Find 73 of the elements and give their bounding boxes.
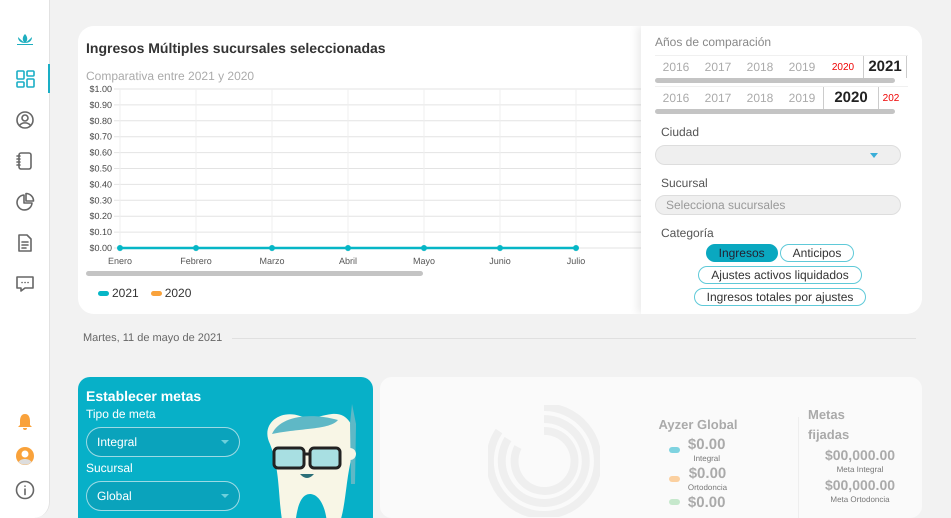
axis-label: $0.50 bbox=[89, 164, 112, 174]
chat-icon[interactable] bbox=[14, 274, 34, 294]
axis-label: Mayo bbox=[413, 256, 435, 266]
axis-label: Enero bbox=[108, 256, 132, 266]
summary-title: Ayzer Global bbox=[658, 416, 738, 434]
category-chip[interactable]: Ingresos totales por ajustes bbox=[694, 288, 866, 306]
lotus-logo-icon bbox=[14, 32, 34, 46]
user-icon[interactable] bbox=[14, 110, 34, 130]
category-chip[interactable]: Ingresos bbox=[706, 244, 778, 262]
card-title: Ingresos Múltiples sucursales seleccionadas bbox=[86, 39, 386, 58]
notebook-icon[interactable] bbox=[14, 150, 34, 170]
field-label: Sucursal bbox=[86, 460, 133, 476]
caret-icon bbox=[221, 494, 229, 498]
year-option[interactable]: 2019 bbox=[781, 89, 823, 107]
category-chip[interactable]: Anticipos bbox=[780, 244, 854, 262]
axis-label: Abril bbox=[339, 256, 357, 266]
axis-label: $0.60 bbox=[89, 148, 112, 158]
amount-caption: Meta Integral bbox=[836, 464, 884, 475]
dashboard-icon[interactable] bbox=[14, 68, 34, 88]
section-label: Años de comparación bbox=[655, 34, 772, 51]
dropdown[interactable]: Global bbox=[86, 481, 240, 511]
horizontal-scrollbar[interactable] bbox=[86, 271, 423, 276]
axis-label: $0.80 bbox=[89, 116, 112, 126]
year-option[interactable]: 2017 bbox=[697, 89, 739, 107]
axis-label: $0.20 bbox=[89, 211, 112, 222]
info-icon[interactable] bbox=[14, 480, 34, 500]
axis-label: $0.90 bbox=[89, 100, 112, 110]
caret-icon bbox=[870, 152, 878, 158]
amount-text: $0.00 bbox=[688, 464, 726, 482]
axis-label: $0.00 bbox=[89, 243, 112, 253]
year-option[interactable]: 2016 bbox=[655, 89, 697, 107]
axis-label: Julio bbox=[566, 256, 586, 266]
field-label: Tipo de meta bbox=[86, 406, 156, 422]
year-option[interactable]: 202 bbox=[879, 90, 903, 106]
card-subtitle: Comparativa entre 2021 y 2020 bbox=[86, 69, 254, 84]
year-option[interactable]: 2018 bbox=[739, 89, 781, 107]
year-option[interactable]: 2016 bbox=[655, 58, 697, 76]
amount-text: $0.00 bbox=[688, 436, 726, 452]
axis-label: $0.30 bbox=[89, 195, 112, 206]
field-label: Categoría bbox=[661, 225, 714, 242]
axis-label: Febrero bbox=[180, 256, 212, 266]
axis-label: $1.00 bbox=[89, 84, 112, 94]
summary-title: Metas fijadas bbox=[808, 406, 850, 444]
amount-text: $00,000.00 bbox=[824, 476, 896, 494]
year-option[interactable]: 2020 bbox=[823, 60, 863, 74]
axis-label: Marzo bbox=[260, 256, 284, 266]
axis-label: $0.70 bbox=[89, 132, 112, 142]
branch-field[interactable]: Selecciona sucursales bbox=[655, 195, 901, 215]
caret-icon bbox=[221, 440, 229, 444]
amount-caption: Ortodoncia bbox=[688, 482, 728, 492]
legend-label: 2021 bbox=[112, 285, 139, 302]
horizontal-scrollbar[interactable] bbox=[655, 78, 895, 83]
year-option[interactable]: 2018 bbox=[739, 58, 781, 76]
card-title: Establecer metas bbox=[86, 388, 202, 404]
field-label: Sucursal bbox=[661, 175, 708, 192]
dropdown[interactable]: Integral bbox=[86, 427, 240, 457]
field-label: Ciudad bbox=[661, 124, 700, 141]
amount-text: $0.00 bbox=[688, 494, 726, 510]
avatar-icon[interactable] bbox=[14, 446, 34, 466]
horizontal-scrollbar[interactable] bbox=[655, 109, 895, 114]
active-indicator bbox=[48, 64, 50, 93]
axis-label: $0.40 bbox=[89, 179, 112, 190]
date-text: Martes, 11 de mayo de 2021 bbox=[83, 331, 222, 346]
amount-text: $00,000.00 bbox=[824, 446, 896, 464]
category-chip[interactable]: Ajustes activos liquidados bbox=[698, 266, 862, 284]
axis-label: Junio bbox=[489, 256, 511, 266]
pie-chart-icon[interactable] bbox=[14, 192, 34, 212]
legend-label: 2020 bbox=[164, 285, 192, 302]
year-option[interactable]: 2017 bbox=[697, 58, 739, 76]
amount-caption: Integral bbox=[693, 452, 720, 464]
amount-caption: Meta Ortodoncia bbox=[830, 494, 890, 505]
axis-label: $0.10 bbox=[89, 227, 112, 238]
year-option[interactable]: 2019 bbox=[781, 58, 823, 76]
